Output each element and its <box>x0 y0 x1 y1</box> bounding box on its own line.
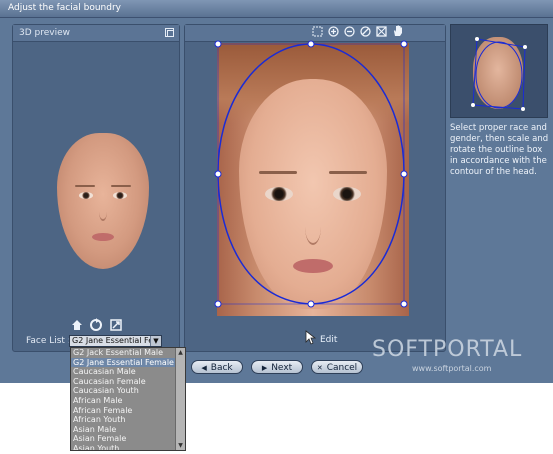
face-list-option[interactable]: Asian Male <box>71 425 177 435</box>
handle-top-right[interactable] <box>400 40 408 48</box>
dropdown-scrollbar[interactable]: ▲ ▼ <box>175 348 185 450</box>
face-list-option[interactable]: Asian Female <box>71 434 177 444</box>
next-arrow-icon: ▶ <box>261 364 268 372</box>
left-eye <box>79 192 93 199</box>
scroll-up-icon[interactable]: ▲ <box>177 349 184 356</box>
nose <box>99 203 107 221</box>
watermark-logo: SOFTPORTAL <box>372 337 523 362</box>
face-list-option[interactable]: G2 Jane Essential Female <box>71 357 177 368</box>
chevron-down-icon[interactable]: ▼ <box>150 336 161 346</box>
next-button-label: Next <box>271 363 293 373</box>
preview-panel-title: 3D preview <box>19 28 70 38</box>
window-title: Adjust the facial boundry <box>8 3 122 13</box>
face-list-dropdown[interactable]: G2 Jack Essential Male G2 Jane Essential … <box>70 347 186 451</box>
back-button[interactable]: ◀ Back <box>191 360 243 374</box>
face-list-options: G2 Jack Essential Male G2 Jane Essential … <box>71 348 185 450</box>
handle-bottom-right[interactable] <box>400 300 408 308</box>
edit-label[interactable]: Edit <box>320 335 337 345</box>
face-list-option[interactable]: Caucasian Male <box>71 367 177 377</box>
back-arrow-icon: ◀ <box>201 364 207 372</box>
right-brow <box>111 185 131 187</box>
preview-panel: 3D preview <box>12 24 180 352</box>
instructions-text: Select proper race and gender, then scal… <box>450 123 549 177</box>
handle-left[interactable] <box>214 170 222 178</box>
handle-top-left[interactable] <box>214 40 222 48</box>
hand-icon[interactable] <box>392 25 404 37</box>
handle-bottom-left[interactable] <box>214 300 222 308</box>
home-icon[interactable] <box>71 319 83 331</box>
preview-panel-header: 3D preview <box>13 25 179 42</box>
rotate-icon[interactable] <box>89 318 103 332</box>
select-region-icon[interactable] <box>312 26 323 37</box>
thumbnail-outline <box>471 37 527 111</box>
rotate-canvas-icon[interactable] <box>360 26 371 37</box>
head-outline[interactable] <box>210 38 412 312</box>
face-list-option[interactable]: African Female <box>71 406 177 416</box>
reference-thumbnail <box>450 24 548 118</box>
handle-right[interactable] <box>400 170 408 178</box>
face-list-select[interactable]: G2 Jane Essential Fei ▼ <box>69 335 162 347</box>
face-list-option[interactable]: Caucasian Female <box>71 377 177 387</box>
face-list-option[interactable]: Asian Youth <box>71 444 177 450</box>
3d-face-preview[interactable] <box>57 133 149 269</box>
zoom-out-icon[interactable] <box>344 26 355 37</box>
right-eye <box>113 192 127 199</box>
watermark-url: www.softportal.com <box>412 364 492 373</box>
face-list-option[interactable]: G2 Jack Essential Male <box>71 348 177 358</box>
dialog-window: Adjust the facial boundry 3D preview Fac… <box>0 0 553 383</box>
fit-icon[interactable] <box>110 319 122 331</box>
title-bar: Adjust the facial boundry <box>0 0 553 18</box>
close-icon: ✕ <box>316 364 323 372</box>
face-list-option[interactable]: African Youth <box>71 415 177 425</box>
edit-cursor-icon[interactable] <box>304 330 318 346</box>
cancel-button[interactable]: ✕ Cancel <box>311 360 363 374</box>
scroll-down-icon[interactable]: ▼ <box>177 442 184 449</box>
face-list-option[interactable]: Caucasian Youth <box>71 386 177 396</box>
lips <box>92 233 114 241</box>
face-list-option[interactable]: African Male <box>71 396 177 406</box>
left-brow <box>75 185 95 187</box>
fit-canvas-icon[interactable] <box>376 26 387 37</box>
back-button-label: Back <box>210 363 233 373</box>
face-list-label: Face List : <box>26 336 71 346</box>
handle-top[interactable] <box>307 40 315 48</box>
face-list-selected: G2 Jane Essential Fei <box>72 336 156 345</box>
next-button[interactable]: ▶ Next <box>251 360 303 374</box>
handle-bottom[interactable] <box>307 300 315 308</box>
cancel-button-label: Cancel <box>326 363 358 373</box>
maximize-icon[interactable] <box>165 28 174 37</box>
zoom-in-icon[interactable] <box>328 26 339 37</box>
